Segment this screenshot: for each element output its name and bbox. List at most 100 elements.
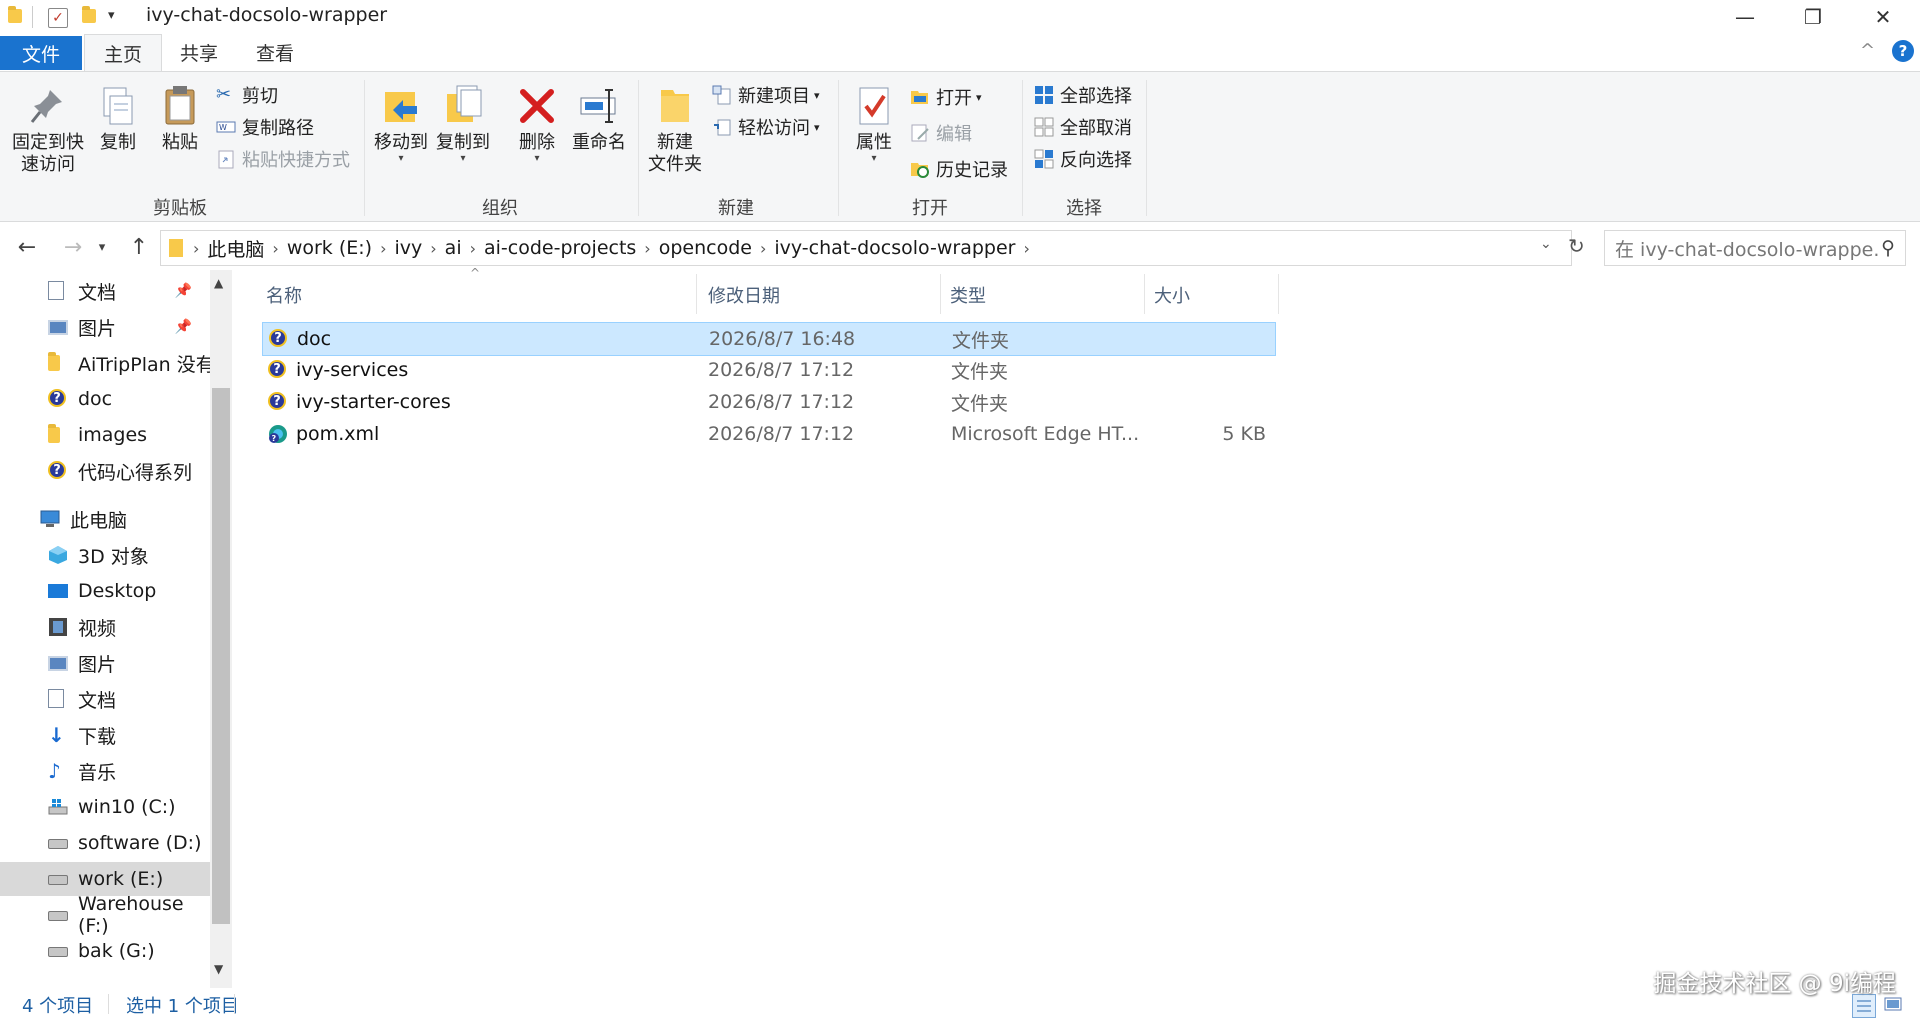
back-arrow-icon[interactable]: ←: [10, 230, 44, 264]
scrollbar-thumb[interactable]: [212, 388, 230, 924]
drive-icon: [48, 941, 68, 961]
svg-text:W: W: [219, 123, 227, 132]
column-header-type[interactable]: 类型: [950, 282, 986, 308]
file-row[interactable]: ? pom.xml 2026/8/7 17:12 Microsoft Edge …: [262, 418, 1274, 450]
windows-drive-icon: [48, 797, 68, 817]
sidebar-item-code-notes[interactable]: ? 代码心得系列: [0, 454, 210, 488]
breadcrumb-item[interactable]: ivy: [394, 237, 422, 259]
invert-selection-button[interactable]: 反向选择: [1034, 146, 1132, 172]
sidebar-item-music[interactable]: ♪ 音乐: [0, 754, 210, 788]
help-icon[interactable]: ?: [1892, 40, 1914, 62]
item-count: 4 个项目: [22, 996, 94, 1017]
breadcrumb-item[interactable]: opencode: [659, 237, 752, 259]
properties-button[interactable]: 属性 ▾: [846, 84, 902, 164]
pin-quick-access-label: 固定到快 速访问: [12, 132, 84, 175]
sidebar-item-doc[interactable]: ? doc: [0, 382, 210, 416]
sidebar-item-this-pc[interactable]: 此电脑: [0, 502, 210, 536]
address-bar[interactable]: › 此电脑 › work (E:) › ivy › ai › ai-code-proje…: [160, 230, 1572, 266]
unknown-folder-icon: ?: [48, 461, 68, 481]
column-header-date[interactable]: 修改日期: [708, 282, 780, 308]
video-icon: [48, 617, 68, 637]
scroll-down-icon[interactable]: ▼: [214, 962, 223, 976]
maximize-button[interactable]: ❐: [1778, 0, 1848, 34]
collapse-ribbon-icon[interactable]: ^: [1860, 40, 1875, 61]
address-dropdown-icon[interactable]: ⌄: [1540, 236, 1552, 252]
rename-button[interactable]: 重命名: [568, 84, 630, 154]
column-header-size[interactable]: 大小: [1154, 282, 1190, 308]
recent-locations-chevron-icon[interactable]: ▾: [92, 230, 112, 264]
file-row[interactable]: ? ivy-starter-cores 2026/8/7 17:12 文件夹: [262, 386, 1274, 418]
minimize-button[interactable]: —: [1710, 0, 1780, 34]
history-button[interactable]: 历史记录: [910, 156, 1008, 182]
breadcrumb-item[interactable]: 此电脑: [207, 235, 264, 262]
sidebar-item-label: 下载: [78, 725, 117, 748]
sidebar-item-documents-pc[interactable]: 文档: [0, 682, 210, 716]
close-button[interactable]: ✕: [1848, 0, 1918, 34]
refresh-icon[interactable]: ↻: [1568, 234, 1585, 258]
move-to-button[interactable]: 移动到 ▾: [372, 84, 430, 164]
scroll-up-icon[interactable]: ▲: [214, 276, 223, 290]
sidebar-item-pictures[interactable]: 图片 📌: [0, 310, 210, 344]
file-row[interactable]: ? ivy-services 2026/8/7 17:12 文件夹: [262, 354, 1274, 386]
sidebar-item-drive-g[interactable]: bak (G:): [0, 934, 210, 968]
sort-ascending-icon: ^: [470, 266, 481, 280]
sidebar-item-drive-f[interactable]: Warehouse (F:): [0, 893, 210, 937]
cut-button[interactable]: ✂ 剪切: [216, 82, 278, 108]
up-arrow-icon[interactable]: ↑: [122, 230, 156, 264]
sidebar-item-3d-objects[interactable]: 3D 对象: [0, 538, 210, 572]
breadcrumb-item[interactable]: work (E:): [287, 237, 372, 259]
new-folder-button[interactable]: 新建 文件夹: [644, 84, 706, 176]
paste-shortcut-button[interactable]: 粘贴快捷方式: [216, 146, 350, 172]
copy-button[interactable]: 复制: [92, 84, 144, 154]
sidebar-item-downloads[interactable]: ↓ 下载: [0, 718, 210, 752]
edit-label: 编辑: [936, 124, 972, 145]
new-item-button[interactable]: 新建项目 ▾: [712, 82, 820, 108]
pin-quick-access-button[interactable]: 固定到快 速访问: [8, 84, 88, 176]
unknown-folder-icon: ?: [48, 389, 68, 409]
breadcrumb-item[interactable]: ai-code-projects: [484, 237, 636, 259]
edit-button[interactable]: 编辑: [910, 120, 972, 146]
ribbon: 固定到快 速访问 复制 粘贴 ✂ 剪切 W 复制路径 粘贴快捷方式 剪贴板 移动…: [0, 71, 1920, 222]
tab-share[interactable]: 共享: [168, 34, 230, 70]
sidebar-item-pictures-pc[interactable]: 图片: [0, 646, 210, 680]
forward-arrow-icon[interactable]: →: [56, 230, 90, 264]
sidebar-item-images[interactable]: images: [0, 418, 210, 452]
sidebar-item-desktop[interactable]: Desktop: [0, 574, 210, 608]
copy-to-button[interactable]: 复制到 ▾: [434, 84, 492, 164]
select-all-button[interactable]: 全部选择: [1034, 82, 1132, 108]
properties-icon: [854, 84, 894, 128]
sidebar-item-drive-c[interactable]: win10 (C:): [0, 790, 210, 824]
search-input[interactable]: 在 ivy-chat-docsolo-wrappe... ⚲: [1604, 230, 1906, 266]
delete-button[interactable]: 删除 ▾: [514, 84, 560, 164]
new-folder-icon: [655, 84, 695, 128]
tab-file[interactable]: 文件: [0, 36, 82, 70]
open-button[interactable]: 打开 ▾: [910, 84, 982, 110]
sidebar-item-label: 文档: [78, 689, 117, 712]
paste-button[interactable]: 粘贴: [154, 84, 206, 154]
properties-quick-icon[interactable]: ✓: [48, 8, 68, 28]
breadcrumb-item[interactable]: ai: [445, 237, 462, 259]
column-header-name[interactable]: 名称: [266, 282, 302, 308]
sidebar-scrollbar[interactable]: ▲ ▼: [210, 270, 232, 988]
copy-path-icon: W: [216, 117, 236, 137]
new-folder-quick-icon[interactable]: [82, 6, 98, 26]
copy-path-button[interactable]: W 复制路径: [216, 114, 314, 140]
file-type: Microsoft Edge HT...: [951, 423, 1140, 445]
pinned-icon: 📌: [174, 319, 192, 335]
tab-view[interactable]: 查看: [244, 34, 306, 70]
sidebar-item-documents[interactable]: 文档 📌: [0, 274, 210, 308]
file-row[interactable]: ? doc 2026/8/7 16:48 文件夹: [262, 322, 1276, 356]
sidebar-item-drive-e[interactable]: work (E:): [0, 862, 210, 896]
move-to-icon: [381, 84, 421, 128]
unknown-folder-icon: ?: [268, 392, 288, 412]
sidebar-item-drive-d[interactable]: software (D:): [0, 826, 210, 860]
3d-objects-icon: [48, 545, 68, 565]
desktop-icon: [48, 581, 68, 601]
tab-home[interactable]: 主页: [84, 34, 162, 71]
select-none-button[interactable]: 全部取消: [1034, 114, 1132, 140]
sidebar-item-aitripplan[interactable]: AiTripPlan 没有: [0, 346, 210, 380]
easy-access-button[interactable]: 轻松访问 ▾: [712, 114, 820, 140]
breadcrumb-item[interactable]: ivy-chat-docsolo-wrapper: [774, 237, 1015, 259]
sidebar-item-videos[interactable]: 视频: [0, 610, 210, 644]
quick-access-dropdown-icon[interactable]: ▾: [108, 8, 115, 23]
